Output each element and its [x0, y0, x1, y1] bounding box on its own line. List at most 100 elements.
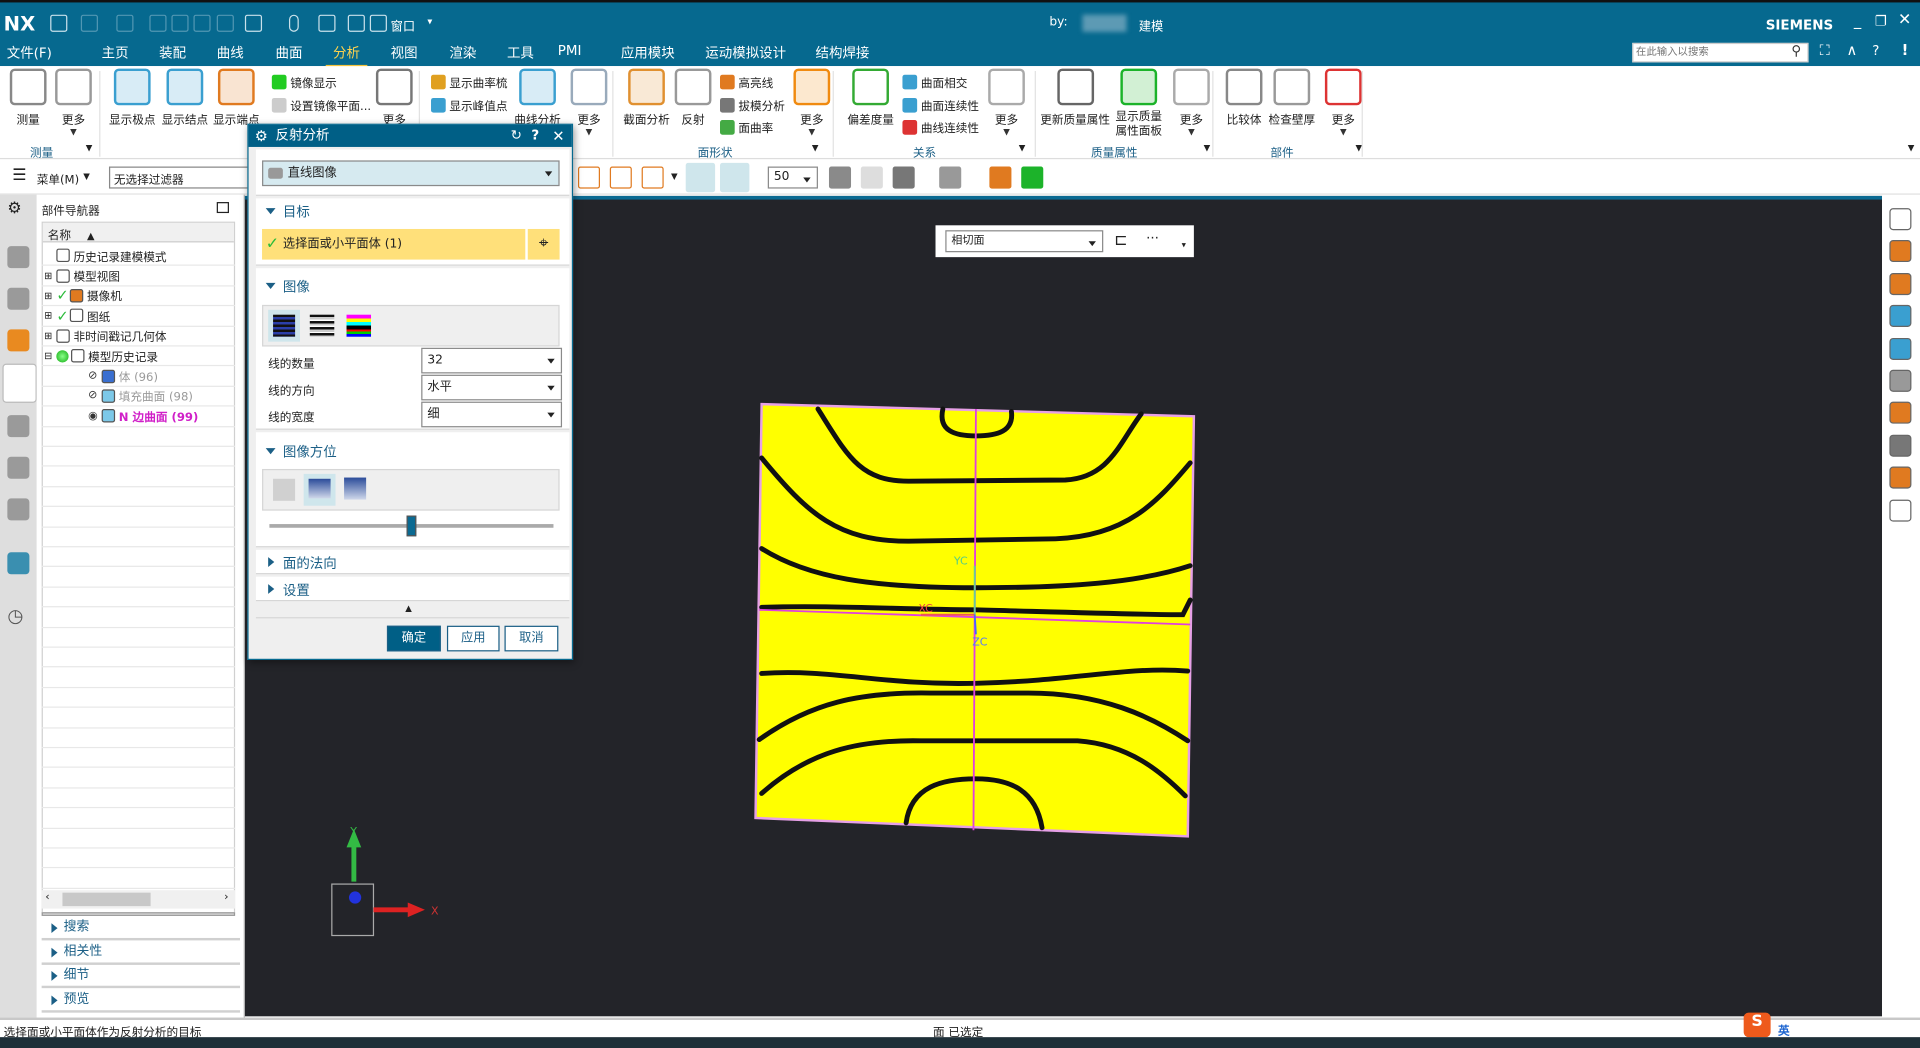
ribbon-button-graph[interactable]: 更多 ▼	[570, 68, 608, 137]
cut-icon[interactable]	[149, 14, 167, 32]
target-section-header[interactable]: 目标	[265, 202, 310, 222]
tree-node[interactable]: ⊘ 体 (96)	[41, 367, 236, 387]
select-face-button[interactable]: ✓ 选择面或小平面体 (1)	[262, 228, 526, 260]
horizontal-scrollbar[interactable]: ‹ ›	[41, 890, 236, 909]
orientation-slider-thumb[interactable]	[406, 515, 417, 537]
alert-icon[interactable]: !	[1902, 42, 1909, 59]
tab-7[interactable]: 渲染	[449, 43, 476, 63]
ribbon-options-icon[interactable]: ▼	[1908, 143, 1915, 153]
tab-3[interactable]: 曲线	[217, 43, 244, 63]
tab-10[interactable]: 应用模块	[621, 43, 675, 63]
tab-8[interactable]: 工具	[507, 43, 534, 63]
section-toggle-icon[interactable]	[1021, 166, 1044, 189]
collapse-ribbon-icon[interactable]: ∧	[1847, 42, 1858, 59]
gray-lines-option[interactable]	[309, 314, 335, 337]
settings-icon[interactable]: ⚙	[7, 200, 29, 222]
ribbon-button-surface-intersection[interactable]: 曲面相交	[902, 73, 967, 91]
ribbon-button-refresh[interactable]: 更新质量属性	[1040, 68, 1110, 127]
snap-cube-icon[interactable]	[609, 166, 632, 189]
ime-language[interactable]: 英	[1778, 1021, 1790, 1038]
layer-settings-icon[interactable]	[939, 166, 962, 189]
ribbon-button-reflection[interactable]: 反射	[674, 68, 712, 127]
collapse-dialog-icon[interactable]: ▲	[405, 604, 412, 614]
maximize-icon[interactable]	[216, 202, 229, 214]
ribbon-button-show-endpoints[interactable]: 显示端点	[213, 68, 260, 127]
ribbon-button-curvature-comb[interactable]: 显示曲率梳	[431, 73, 508, 91]
history-palette-icon[interactable]	[7, 498, 30, 521]
scroll-right-icon[interactable]: ›	[224, 891, 228, 903]
ribbon-button-set-mirror-plane[interactable]: 设置镜像平面...	[271, 97, 371, 114]
navigator-panel-1[interactable]: 相关性	[41, 941, 241, 965]
snap-point-icon[interactable]	[577, 166, 601, 189]
render-mode-2-icon[interactable]	[720, 162, 750, 193]
ribbon-button-section-analysis[interactable]: 截面分析	[623, 68, 670, 127]
ribbon-button-mass-panel[interactable]: 显示质量属性面板	[1114, 68, 1163, 140]
touch-mode-icon[interactable]	[244, 14, 263, 32]
move-object-icon[interactable]	[1889, 466, 1912, 489]
assembly-navigator-icon[interactable]	[7, 246, 30, 269]
ribbon-button-show-knots[interactable]: 显示结点	[162, 68, 208, 127]
eye-icon[interactable]: ◉	[88, 410, 101, 422]
group-dropdown-icon[interactable]: ▼	[1204, 143, 1211, 153]
invisible-icon[interactable]	[1889, 499, 1912, 522]
tab-6[interactable]: 视图	[391, 43, 418, 63]
paste-icon[interactable]	[193, 14, 211, 32]
command-search-input[interactable]	[1632, 42, 1809, 63]
ribbon-button-shape-more[interactable]: 更多 ▼	[793, 68, 831, 137]
microphone-icon[interactable]	[288, 14, 299, 32]
ribbon-button-ruler[interactable]: 测量	[9, 68, 47, 127]
apply-button[interactable]: 应用	[446, 625, 500, 652]
image-orientation-header[interactable]: 图像方位	[265, 442, 337, 462]
ok-button[interactable]: 确定	[386, 625, 441, 652]
line-count-dropdown[interactable]: 32	[421, 347, 563, 374]
search-icon[interactable]: ⚲	[1791, 43, 1801, 59]
constraint-navigator-icon[interactable]	[7, 287, 30, 310]
paste-special-icon[interactable]	[216, 14, 234, 32]
ribbon-button-peak-points[interactable]: 显示峰值点	[431, 97, 508, 114]
edit-section-icon[interactable]	[989, 166, 1012, 189]
repeat-command-icon[interactable]	[318, 14, 336, 32]
restore-button[interactable]: ❐	[1875, 13, 1887, 29]
group-dropdown-icon[interactable]: ▼	[86, 143, 93, 153]
render-mode-1-icon[interactable]	[685, 162, 716, 193]
tab-5[interactable]: 分析	[325, 43, 368, 68]
redo-icon[interactable]	[116, 14, 134, 32]
selection-filter-dropdown[interactable]: 无选择过滤器	[108, 166, 256, 189]
collapse-icon[interactable]: ⊟	[44, 350, 56, 361]
cube-settings-icon[interactable]	[860, 166, 883, 189]
vertical-move-option[interactable]	[303, 473, 336, 506]
tab-1[interactable]: 主页	[102, 43, 129, 63]
navigator-panel-2[interactable]: 细节	[41, 965, 241, 989]
face-normal-header[interactable]: 面的法向	[266, 553, 337, 573]
ribbon-button-mass-more[interactable]: 更多 ▼	[1173, 68, 1210, 137]
hide-icon[interactable]	[1889, 208, 1912, 231]
count-dropdown[interactable]: 50	[767, 166, 818, 189]
menu-dropdown-icon[interactable]: ▼	[83, 171, 90, 181]
color-display-icon[interactable]	[1889, 402, 1912, 425]
navigator-panel-0[interactable]: 搜索	[41, 917, 241, 941]
crosshair-icon[interactable]: ⌖	[527, 228, 560, 260]
ribbon-button-face-curvature[interactable]: 面曲率	[720, 119, 773, 136]
color-lines-option[interactable]	[346, 314, 372, 337]
group-dropdown-icon[interactable]: ▼	[812, 143, 819, 153]
ribbon-button-deviation-gauge[interactable]: 偏差度量	[847, 68, 894, 127]
help-icon[interactable]: ?	[1872, 43, 1879, 59]
cancel-button[interactable]: 取消	[504, 625, 559, 652]
tree-node[interactable]: ⊞ ✓ 摄像机	[41, 286, 236, 307]
save-icon[interactable]	[50, 14, 68, 32]
column-header-name[interactable]: 名称 ▲	[42, 222, 234, 243]
copy-icon[interactable]	[171, 14, 189, 32]
tab-9[interactable]: PMI	[558, 43, 582, 59]
reflection-type-dropdown[interactable]: 直线图像	[262, 160, 560, 187]
tree-node[interactable]: ⊞ 非时间戳记几何体	[41, 326, 236, 347]
switch-window-icon[interactable]	[347, 14, 365, 32]
dialog-close-icon[interactable]: ✕	[552, 125, 564, 147]
tab-12[interactable]: 结构焊接	[816, 43, 870, 63]
black-lines-option[interactable]	[268, 309, 301, 342]
hidden-eye-icon[interactable]: ⊘	[88, 370, 101, 382]
shaded-face-icon[interactable]	[1889, 434, 1912, 457]
tree-node[interactable]: ⊞ ✓ 图纸	[41, 306, 236, 327]
dialog-title-bar[interactable]: ⚙ 反射分析 ↻ ? ✕	[248, 124, 572, 147]
show-hide-icon[interactable]	[1889, 272, 1912, 295]
system-materials-icon[interactable]	[7, 552, 30, 575]
